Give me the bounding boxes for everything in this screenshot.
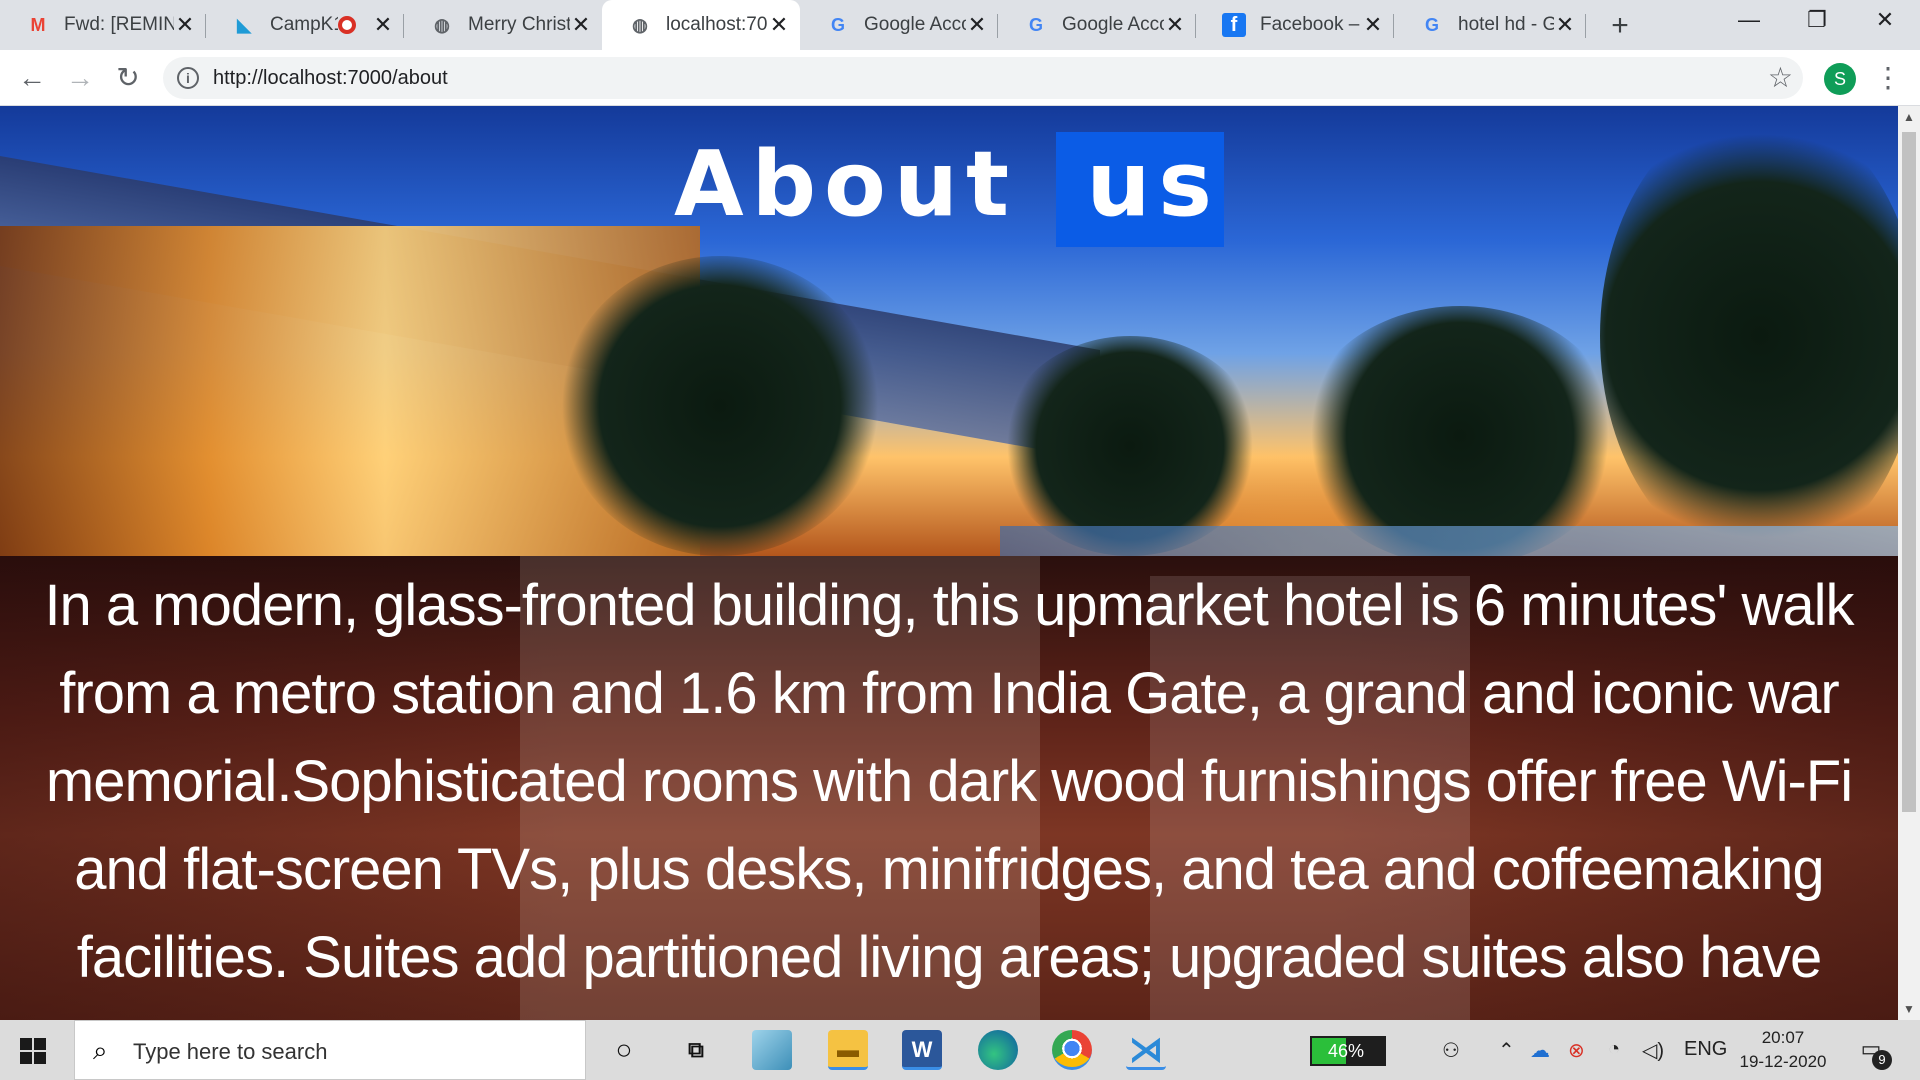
page-title-part1: About (673, 132, 1017, 237)
scroll-down-icon[interactable]: ▼ (1898, 998, 1920, 1020)
word-icon[interactable]: W (902, 1030, 942, 1070)
page-viewport: About us In a modern, glass-fronted buil… (0, 106, 1898, 1020)
close-window-button[interactable]: ✕ (1850, 0, 1920, 44)
reload-button[interactable]: ↻ (108, 58, 148, 98)
search-placeholder: Type here to search (133, 1039, 328, 1064)
google-icon: G (1424, 14, 1439, 35)
tab-title: Google Acco (864, 14, 966, 35)
close-icon[interactable]: ✕ (174, 14, 196, 36)
palm-tree (1000, 336, 1260, 556)
chrome-icon[interactable] (1052, 1030, 1092, 1070)
chevron-up-icon[interactable]: ⌃ (1498, 1038, 1515, 1063)
page-title: About us (0, 132, 1898, 247)
vscode-icon[interactable]: ⋊ (1126, 1030, 1166, 1070)
campk12-icon: ◣ (237, 14, 251, 35)
recording-icon (338, 16, 356, 34)
scrollbar-thumb[interactable] (1902, 132, 1916, 812)
google-icon: G (830, 14, 845, 35)
tab-localhost[interactable]: ◍ localhost:700 ✕ (602, 0, 800, 50)
tab-google-account-1[interactable]: G Google Acco ✕ (800, 0, 998, 50)
volume-icon[interactable]: ◁) (1642, 1038, 1664, 1063)
gmail-icon: M (30, 14, 46, 35)
back-button[interactable]: ← (12, 58, 52, 98)
back-arrow-icon: ← (18, 62, 46, 93)
wifi-icon[interactable]: ◔ (1608, 1038, 1620, 1061)
new-tab-button[interactable]: + (1602, 8, 1638, 44)
browser-menu-icon[interactable]: ⋮ (1874, 60, 1902, 96)
page-title-highlight: us (1056, 132, 1224, 247)
tab-strip: M Fwd: [REMIN ✕ ◣ CampK1 ✕ ◍ Merry Chris… (0, 0, 1920, 50)
about-section: In a modern, glass-fronted building, thi… (0, 556, 1898, 1020)
info-icon[interactable]: i (177, 67, 199, 89)
tab-title: Google Acco (1062, 14, 1164, 35)
notification-center-icon[interactable]: ▭ 9 (1856, 1036, 1892, 1070)
url-text[interactable]: http://localhost:7000/about (213, 67, 448, 90)
tab-merry-christmas[interactable]: ◍ Merry Christ ✕ (404, 0, 602, 50)
people-icon[interactable]: ⚇ (1442, 1038, 1460, 1063)
search-icon: ⌕ (93, 1035, 108, 1065)
clock-time: 20:07 (1761, 1028, 1805, 1047)
hero-image: About us (0, 106, 1898, 566)
globe-icon: ◍ (632, 14, 648, 35)
profile-avatar[interactable]: S (1824, 63, 1856, 95)
cortana-icon[interactable]: ○ (604, 1030, 644, 1070)
scroll-up-icon[interactable]: ▲ (1898, 106, 1920, 128)
close-icon[interactable]: ✕ (372, 14, 394, 36)
bookmark-star-icon[interactable]: ☆ (1768, 61, 1793, 94)
forward-button[interactable]: → (60, 58, 100, 98)
browser-toolbar: ← → ↻ i http://localhost:7000/about ☆ S … (0, 50, 1920, 106)
address-bar[interactable]: i http://localhost:7000/about ☆ (163, 57, 1803, 99)
notification-badge: 9 (1872, 1050, 1892, 1070)
page-scrollbar[interactable]: ▲ ▼ (1898, 106, 1920, 1020)
close-icon[interactable]: ✕ (966, 14, 988, 36)
tab-gmail[interactable]: M Fwd: [REMIN ✕ (0, 0, 206, 50)
tab-title: Facebook – l (1260, 14, 1362, 35)
globe-icon: ◍ (434, 14, 450, 35)
reload-icon: ↻ (116, 62, 140, 93)
facebook-icon: f (1222, 13, 1246, 37)
palm-tree (560, 256, 880, 556)
language-indicator[interactable]: ENG (1684, 1038, 1727, 1061)
tab-title: CampK1 (270, 14, 338, 35)
network-error-icon[interactable]: ⊗ (1568, 1038, 1585, 1063)
tab-hotel-hd[interactable]: G hotel hd - G ✕ (1394, 0, 1586, 50)
windows-taskbar: ⌕ Type here to search ○ ⧉ ▬ W ⋊ 46% ⚇ ⌃ … (0, 1020, 1920, 1080)
forward-arrow-icon: → (66, 62, 94, 93)
taskbar-search-box[interactable]: ⌕ Type here to search (74, 1020, 586, 1080)
onedrive-icon[interactable]: ☁ (1530, 1038, 1550, 1063)
tab-title: Fwd: [REMIN (64, 14, 174, 35)
file-explorer-icon[interactable]: ▬ (828, 1030, 868, 1070)
close-icon[interactable]: ✕ (768, 14, 790, 36)
google-icon: G (1028, 14, 1043, 35)
tab-title: localhost:700 (666, 14, 768, 35)
edge-icon[interactable] (978, 1030, 1018, 1070)
tab-campk12[interactable]: ◣ CampK1 ✕ (206, 0, 404, 50)
task-view-icon[interactable]: ⧉ (676, 1030, 716, 1070)
close-icon[interactable]: ✕ (1362, 14, 1384, 36)
windows-start-icon[interactable] (20, 1038, 46, 1064)
tab-title: Merry Christ (468, 14, 570, 35)
hero-pool (1000, 526, 1898, 556)
tab-facebook[interactable]: f Facebook – l ✕ (1196, 0, 1394, 50)
about-description: In a modern, glass-fronted building, thi… (44, 573, 1854, 1020)
close-icon[interactable]: ✕ (1554, 14, 1576, 36)
tab-title: hotel hd - G (1458, 14, 1554, 35)
tab-separator (1585, 14, 1586, 38)
tab-google-account-2[interactable]: G Google Acco ✕ (998, 0, 1196, 50)
close-icon[interactable]: ✕ (1164, 14, 1186, 36)
app-icon[interactable] (752, 1030, 792, 1070)
battery-percent: 46% (1327, 1041, 1365, 1061)
battery-indicator[interactable]: 46% (1310, 1036, 1386, 1066)
clock[interactable]: 20:07 19-12-2020 (1728, 1026, 1838, 1074)
close-icon[interactable]: ✕ (570, 14, 592, 36)
minimize-button[interactable]: — (1714, 0, 1784, 44)
restore-button[interactable]: ❐ (1782, 0, 1852, 44)
clock-date: 19-12-2020 (1739, 1052, 1827, 1071)
